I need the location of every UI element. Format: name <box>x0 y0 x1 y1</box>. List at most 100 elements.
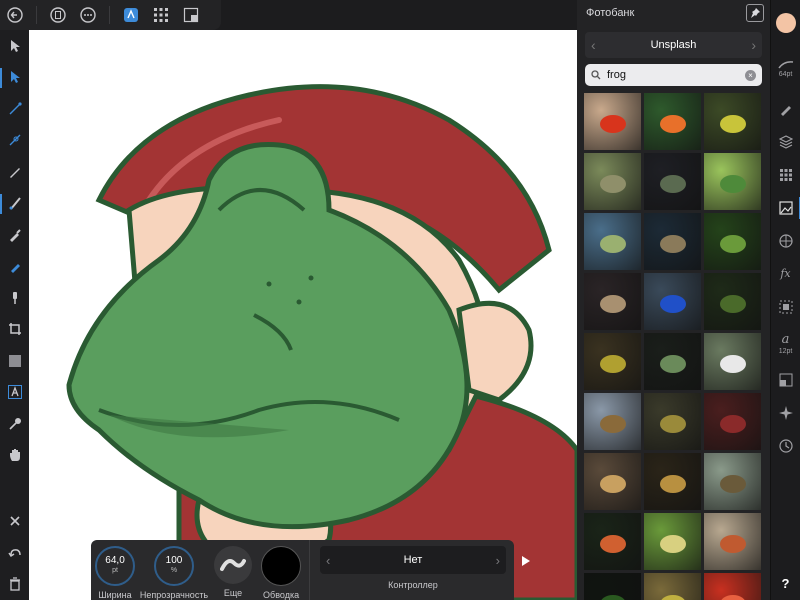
stock-thumbnail[interactable] <box>644 153 701 210</box>
undo-icon[interactable] <box>0 537 29 569</box>
frog-image <box>660 475 686 493</box>
stock-thumbnail[interactable] <box>584 213 641 270</box>
stock-thumbnail[interactable] <box>704 153 761 210</box>
stock-thumbnail[interactable] <box>584 513 641 570</box>
search-field[interactable]: frog × <box>585 64 762 86</box>
frog-image <box>660 415 686 433</box>
width-dial[interactable]: 64,0 pt <box>95 546 136 586</box>
export-persona-icon[interactable] <box>176 0 206 30</box>
stock-thumbnail[interactable] <box>704 273 761 330</box>
stock-thumbnail[interactable] <box>644 333 701 390</box>
crop-tool-icon[interactable] <box>0 314 29 346</box>
search-input[interactable]: frog <box>607 69 745 81</box>
brush-preview[interactable] <box>214 546 253 584</box>
expand-toolbar-icon[interactable] <box>522 556 530 566</box>
delete-icon[interactable] <box>0 569 29 600</box>
close-icon[interactable] <box>0 506 29 538</box>
stock-icon[interactable] <box>771 191 800 224</box>
pen-tool-icon[interactable] <box>0 219 29 251</box>
frog-image <box>600 595 626 600</box>
divider <box>109 6 110 24</box>
chevron-left-icon[interactable]: ‹ <box>326 553 330 568</box>
color-icon[interactable] <box>771 0 800 46</box>
corner-tool-icon[interactable] <box>0 93 29 125</box>
stock-thumbnail[interactable] <box>644 93 701 150</box>
stock-thumbnail[interactable] <box>644 393 701 450</box>
chevron-right-icon[interactable]: › <box>496 553 500 568</box>
pencil-tool-icon[interactable] <box>0 156 29 188</box>
pin-icon[interactable] <box>746 4 764 22</box>
hand-tool-icon[interactable] <box>0 440 29 472</box>
frog-image <box>720 235 746 253</box>
frog-image <box>720 295 746 313</box>
stock-thumbnail[interactable] <box>704 93 761 150</box>
move-tool-icon[interactable] <box>0 30 29 62</box>
stock-thumbnail[interactable] <box>584 93 641 150</box>
navigator-icon[interactable] <box>771 363 800 396</box>
stroke-swatch[interactable] <box>261 546 302 586</box>
text-tool-icon[interactable] <box>0 377 29 409</box>
swatches-icon[interactable] <box>771 158 800 191</box>
brushes-icon[interactable] <box>771 92 800 125</box>
document-icon[interactable] <box>43 0 73 30</box>
more-icon[interactable] <box>73 0 103 30</box>
stock-thumbnail[interactable] <box>584 453 641 510</box>
controller-select[interactable]: ‹ Нет › <box>319 546 506 574</box>
stock-thumbnail[interactable] <box>584 573 641 600</box>
stock-thumbnail[interactable] <box>704 393 761 450</box>
frog-image <box>600 235 626 253</box>
controller-label: Контроллер <box>388 580 438 590</box>
width-label: Ширина <box>98 590 132 600</box>
node-tool-icon[interactable] <box>0 62 29 94</box>
opacity-dial[interactable]: 100 % <box>154 546 195 586</box>
canvas[interactable] <box>29 30 577 600</box>
frog-image <box>720 175 746 193</box>
brush-stroke-icon[interactable]: 64pt <box>771 46 800 92</box>
source-selector[interactable]: ‹ Unsplash › <box>585 32 762 58</box>
chevron-left-icon[interactable]: ‹ <box>591 37 596 53</box>
shape-tool-icon[interactable] <box>0 345 29 377</box>
stock-thumbnail[interactable] <box>584 393 641 450</box>
grid-icon[interactable] <box>146 0 176 30</box>
stock-thumbnail[interactable] <box>704 333 761 390</box>
fill-tool-icon[interactable] <box>0 251 29 283</box>
layers-icon[interactable] <box>771 125 800 158</box>
source-name: Unsplash <box>650 39 697 51</box>
transparency-tool-icon[interactable] <box>0 282 29 314</box>
stock-thumbnail[interactable] <box>584 153 641 210</box>
width-control[interactable]: 64,0 pt Ширина <box>91 540 139 600</box>
stock-thumbnail[interactable] <box>644 513 701 570</box>
stroke-control[interactable]: Обводка <box>257 540 305 600</box>
frog-image <box>600 535 626 553</box>
more-brush-control[interactable]: Еще <box>209 540 257 600</box>
width-unit: pt <box>112 567 118 574</box>
transform-icon[interactable] <box>771 290 800 323</box>
stock-thumbnail[interactable] <box>704 213 761 270</box>
chevron-right-icon[interactable]: › <box>751 37 756 53</box>
stock-thumbnail[interactable] <box>704 573 761 600</box>
clear-search-icon[interactable]: × <box>745 69 756 81</box>
help-icon[interactable]: ? <box>771 567 800 600</box>
stock-thumbnail[interactable] <box>704 453 761 510</box>
stock-thumbnail[interactable] <box>584 273 641 330</box>
stock-thumbnail[interactable] <box>584 333 641 390</box>
primary-color-swatch[interactable] <box>775 13 796 33</box>
stock-thumbnail[interactable] <box>644 573 701 600</box>
contour-tool-icon[interactable] <box>0 125 29 157</box>
vector-brush-icon[interactable] <box>0 188 29 220</box>
persona-icon[interactable] <box>116 0 146 30</box>
history-icon[interactable] <box>771 429 800 462</box>
stock-header: Фотобанк <box>577 0 770 26</box>
stock-thumbnail[interactable] <box>644 213 701 270</box>
opacity-control[interactable]: 100 % Непрозрачность <box>139 540 209 600</box>
frog-image <box>720 595 746 600</box>
color-picker-icon[interactable] <box>0 408 29 440</box>
stock-thumbnail[interactable] <box>644 453 701 510</box>
stock-thumbnail[interactable] <box>704 513 761 570</box>
back-icon[interactable] <box>0 0 30 30</box>
effects-icon[interactable]: fx <box>771 257 800 290</box>
text-styles-icon[interactable]: a 12pt <box>771 323 800 363</box>
constraints-icon[interactable] <box>771 396 800 429</box>
appearance-icon[interactable] <box>771 224 800 257</box>
stock-thumbnail[interactable] <box>644 273 701 330</box>
